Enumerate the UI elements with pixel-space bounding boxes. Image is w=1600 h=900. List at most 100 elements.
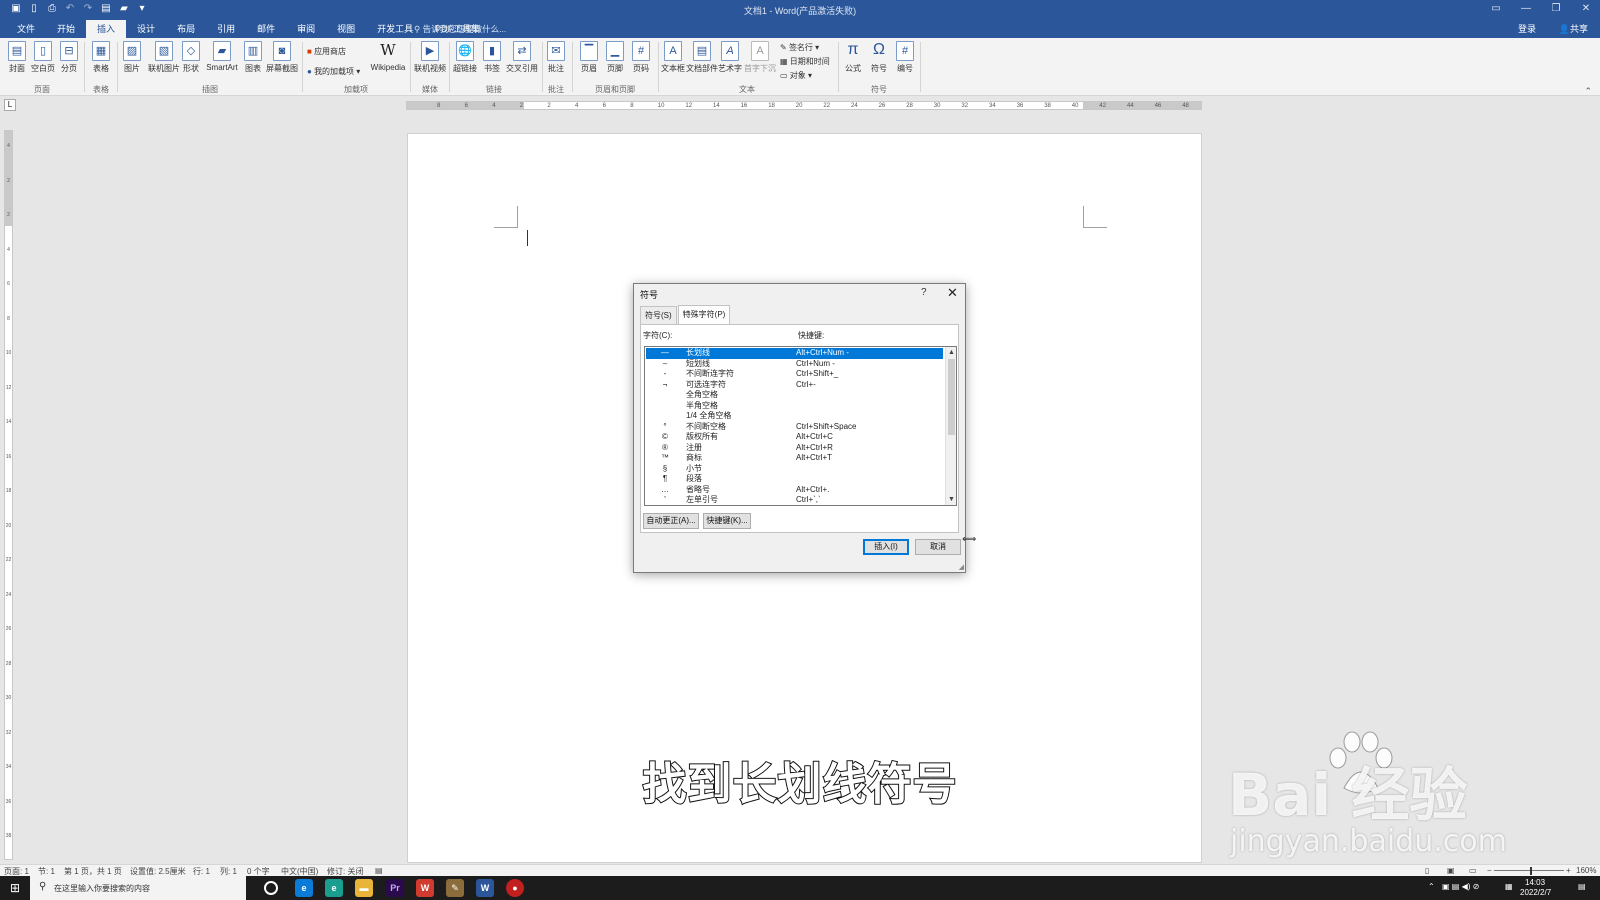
zoom-level[interactable]: 160%: [1576, 866, 1596, 875]
cancel-button[interactable]: 取消: [915, 539, 961, 555]
tab-layout[interactable]: 布局: [166, 20, 206, 38]
list-item[interactable]: — 长划线 Alt+Ctrl+Num -: [646, 348, 943, 359]
shortcut-key-button[interactable]: 快捷键(K)...: [703, 513, 751, 529]
smartart-button[interactable]: ▰ SmartArt: [205, 41, 239, 72]
clock-time[interactable]: 14:03: [1525, 878, 1545, 887]
minimize-icon[interactable]: —: [1520, 3, 1532, 14]
insert-button[interactable]: 插入(I): [863, 539, 909, 555]
list-item[interactable]: § 小节: [646, 464, 943, 475]
web-layout-icon[interactable]: ▭: [1469, 866, 1477, 875]
table-button[interactable]: ▦ 表格: [86, 41, 116, 74]
premiere-icon[interactable]: Pr: [386, 879, 404, 897]
list-item[interactable]: - 不间断连字符 Ctrl+Shift+_: [646, 369, 943, 380]
page-number-button[interactable]: # 页码: [626, 41, 656, 74]
tab-references[interactable]: 引用: [206, 20, 246, 38]
ruler-tick-label: 36: [1016, 103, 1024, 109]
print-layout-icon[interactable]: ▣: [1447, 866, 1455, 875]
file-explorer-icon[interactable]: ▬: [355, 879, 373, 897]
tab-mailings[interactable]: 邮件: [246, 20, 286, 38]
help-button[interactable]: ?: [921, 287, 927, 298]
tab-review[interactable]: 审阅: [286, 20, 326, 38]
resize-grip-icon[interactable]: ◢: [959, 563, 964, 571]
taskbar-search[interactable]: ⚲ 在这里输入你要搜索的内容: [30, 876, 246, 900]
tab-selector[interactable]: L: [4, 99, 16, 111]
scroll-down-icon[interactable]: ▼: [946, 494, 956, 505]
tab-home[interactable]: 开始: [46, 20, 86, 38]
zoom-in-icon[interactable]: +: [1566, 866, 1571, 875]
list-item[interactable]: © 版权所有 Alt+Ctrl+C: [646, 432, 943, 443]
tab-design[interactable]: 设计: [126, 20, 166, 38]
app-icon[interactable]: ✎: [446, 879, 464, 897]
clock-date[interactable]: 2022/2/7: [1520, 888, 1551, 897]
tray-notes-icon[interactable]: ▦: [1505, 882, 1513, 891]
list-scrollbar[interactable]: ▲ ▼: [945, 347, 956, 505]
list-item[interactable]: ® 注册 Alt+Ctrl+R: [646, 443, 943, 454]
collapse-ribbon-icon[interactable]: ⌃: [1584, 86, 1592, 97]
text-box-button[interactable]: A 文本框: [658, 41, 688, 74]
scroll-thumb[interactable]: [948, 359, 955, 435]
list-item[interactable]: ° 不间断空格 Ctrl+Shift+Space: [646, 422, 943, 433]
screenshot-button[interactable]: ◙ 屏幕截图: [264, 41, 300, 74]
comment-button[interactable]: ✉ 批注: [541, 41, 571, 74]
share-button[interactable]: 👤共享: [1559, 20, 1588, 38]
date-time-button[interactable]: ▦ 日期和时间: [780, 56, 830, 67]
online-video-button[interactable]: ▶ 联机视频: [413, 41, 447, 74]
list-item[interactable]: 半角空格: [646, 401, 943, 412]
zoom-slider[interactable]: [1494, 870, 1564, 871]
cortana-icon[interactable]: [264, 881, 278, 895]
macro-record-icon[interactable]: ▤: [375, 866, 383, 875]
tab-file[interactable]: 文件: [6, 20, 46, 38]
autocorrect-button[interactable]: 自动更正(A)...: [643, 513, 699, 529]
ribbon-display-icon[interactable]: ▭: [1490, 3, 1502, 14]
tab-symbols[interactable]: 符号(S): [640, 306, 677, 325]
read-mode-icon[interactable]: ▯: [1425, 866, 1429, 875]
list-item[interactable]: ¬ 可选连字符 Ctrl+-: [646, 380, 943, 391]
word-icon[interactable]: W: [476, 879, 494, 897]
wordart-button[interactable]: A 艺术字: [715, 41, 745, 74]
my-addins-button[interactable]: ● 我的加载项 ▾: [307, 66, 360, 77]
comment-icon: ✉: [547, 41, 565, 61]
notification-icon[interactable]: ▤: [1578, 882, 1586, 891]
recorder-icon[interactable]: ●: [506, 879, 524, 897]
hyperlink-button[interactable]: 🌐 超链接: [450, 41, 480, 74]
list-item[interactable]: ' 左单引号 Ctrl+`,`: [646, 495, 943, 505]
object-button[interactable]: ▭ 对象 ▾: [780, 70, 812, 81]
cross-reference-button[interactable]: ⇄ 交叉引用: [504, 41, 540, 74]
list-item-symbol: §: [662, 463, 668, 473]
windows-start-icon[interactable]: ⊞: [0, 876, 30, 900]
horizontal-ruler[interactable]: 8 6 4 2 2 4 6 8 10 12 14 16 18 20 22 24 26 28 30 32 34 36 38 40…: [406, 101, 1202, 110]
wikipedia-button[interactable]: W Wikipedia: [370, 41, 406, 72]
close-icon[interactable]: ✕: [1580, 3, 1592, 14]
shapes-button[interactable]: ◇ 形状: [176, 41, 206, 74]
bookmark-button[interactable]: ▮ 书签: [477, 41, 507, 74]
login-link[interactable]: 登录: [1518, 20, 1536, 38]
list-item[interactable]: ¶ 段落: [646, 474, 943, 485]
list-item[interactable]: 全角空格: [646, 390, 943, 401]
close-icon[interactable]: ✕: [947, 285, 958, 301]
signature-line-button[interactable]: ✎ 签名行 ▾: [780, 42, 819, 53]
zoom-out-icon[interactable]: −: [1487, 866, 1492, 875]
store-button[interactable]: ■ 应用商店: [307, 46, 346, 57]
list-item[interactable]: … 省略号 Alt+Ctrl+.: [646, 485, 943, 496]
list-item[interactable]: – 短划线 Ctrl+Num -: [646, 359, 943, 370]
tab-view[interactable]: 视图: [326, 20, 366, 38]
number-button[interactable]: # 编号: [890, 41, 920, 74]
restore-icon[interactable]: ❐: [1550, 3, 1562, 14]
tray-apps-icon[interactable]: ▣ ▤ ◀) ⊘: [1442, 882, 1479, 891]
picture-button[interactable]: ▨ 图片: [117, 41, 147, 74]
zoom-slider-thumb[interactable]: [1530, 867, 1532, 875]
quick-parts-button[interactable]: ▤ 文档部件: [686, 41, 718, 74]
edge-dev-icon[interactable]: e: [325, 879, 343, 897]
tell-me-search[interactable]: ⚲ 告诉我您想要做什么...: [414, 20, 506, 38]
wps-icon[interactable]: W: [416, 879, 434, 897]
page-break-button[interactable]: ⊟ 分页: [54, 41, 84, 74]
edge-icon[interactable]: e: [295, 879, 313, 897]
list-item[interactable]: ™ 商标 Alt+Ctrl+T: [646, 453, 943, 464]
tab-insert[interactable]: 插入: [86, 20, 127, 38]
drop-cap-button[interactable]: A 首字下沉: [744, 41, 776, 74]
scroll-up-icon[interactable]: ▲: [946, 347, 956, 358]
special-characters-list[interactable]: — 长划线 Alt+Ctrl+Num - – 短划线 Ctrl+Num - - 不间断连字符 C…: [644, 346, 957, 506]
tab-special-characters[interactable]: 特殊字符(P): [677, 305, 731, 324]
tray-chevron-icon[interactable]: ⌃: [1428, 882, 1435, 891]
list-item[interactable]: 1/4 全角空格: [646, 411, 943, 422]
